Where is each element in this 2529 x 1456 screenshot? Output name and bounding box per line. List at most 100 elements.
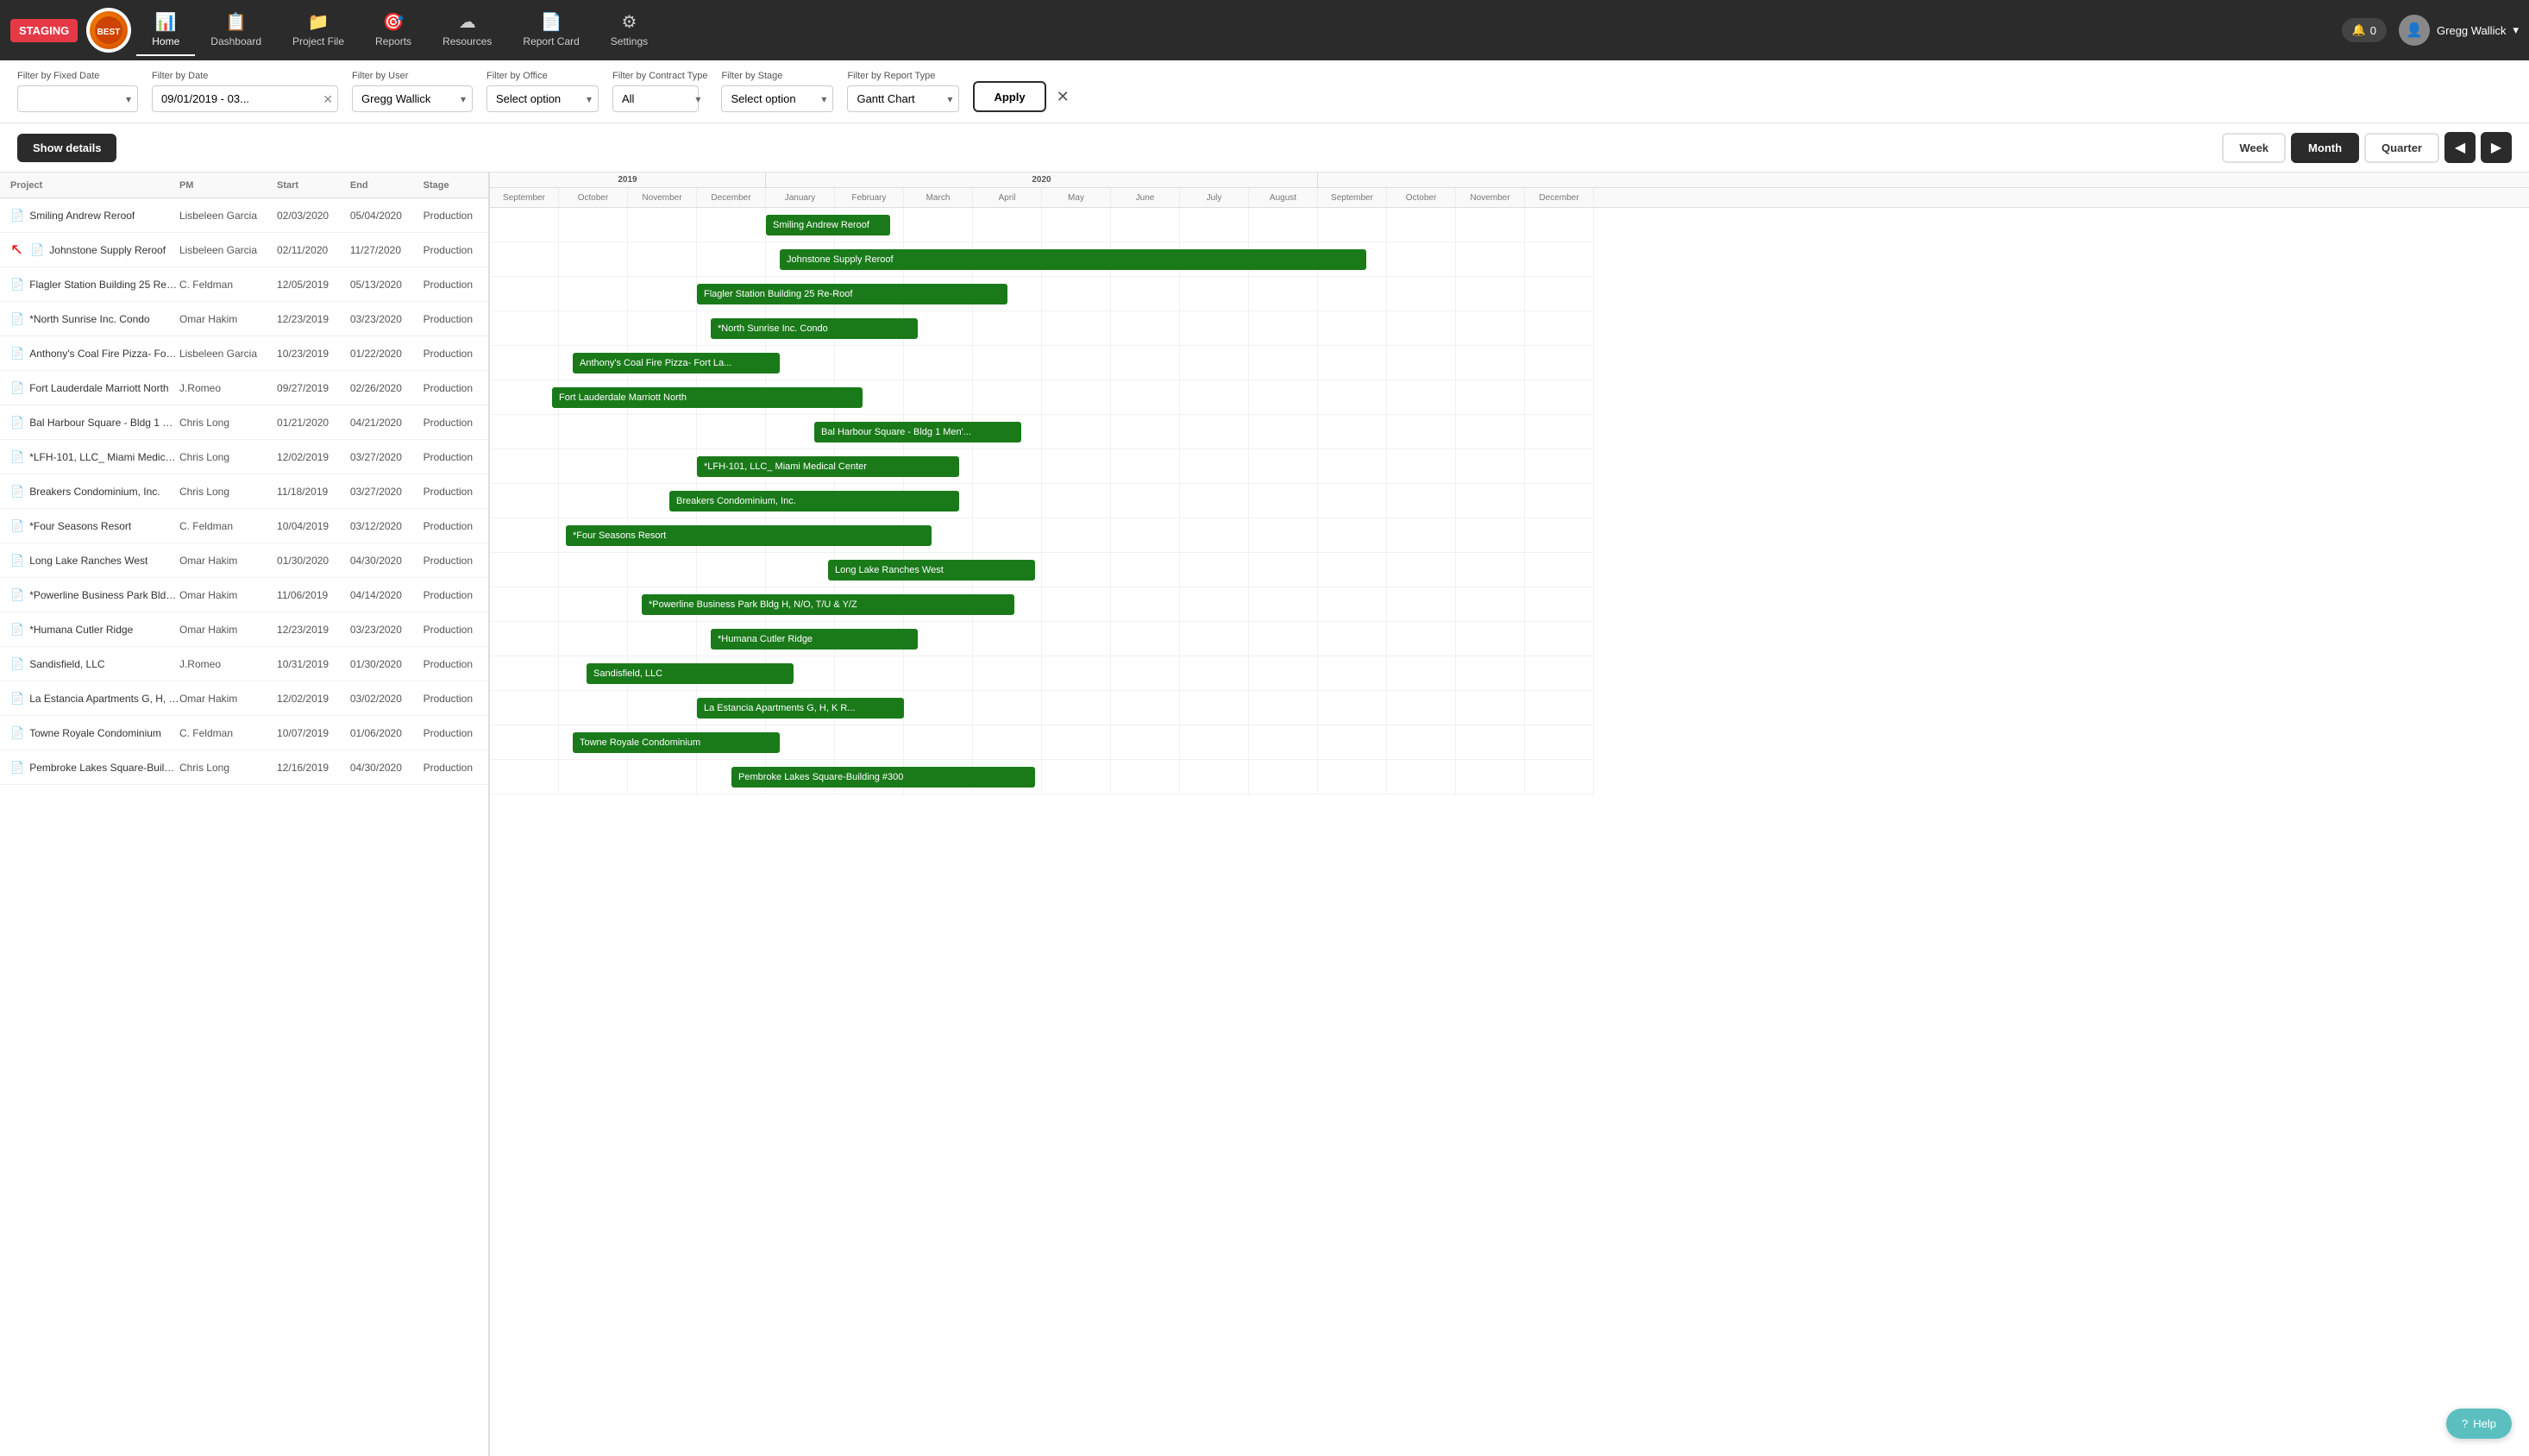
table-row[interactable]: 📄 Flagler Station Building 25 Re-Roof C.…	[0, 267, 488, 302]
gantt-bar[interactable]: La Estancia Apartments G, H, K R...	[697, 698, 904, 719]
fixed-date-select[interactable]	[17, 85, 138, 112]
table-row[interactable]: 📄 Fort Lauderdale Marriott North J.Romeo…	[0, 371, 488, 405]
chart-col	[490, 311, 559, 345]
chart-col	[835, 656, 904, 690]
project-name: 📄 La Estancia Apartments G, H, K Reroo..…	[0, 692, 179, 706]
table-row[interactable]: 📄 *Humana Cutler Ridge Omar Hakim 12/23/…	[0, 612, 488, 647]
table-row[interactable]: 📄 Pembroke Lakes Square-Building #300...…	[0, 750, 488, 785]
chart-col	[1525, 622, 1594, 656]
chart-col	[628, 311, 697, 345]
table-row[interactable]: 📄 *North Sunrise Inc. Condo Omar Hakim 1…	[0, 302, 488, 336]
nav-item-dashboard[interactable]: 📋 Dashboard	[195, 4, 277, 56]
gantt-table-rows: 📄 Smiling Andrew Reroof Lisbeleen Garcia…	[0, 198, 488, 785]
close-filter-button[interactable]: ✕	[1057, 81, 1070, 112]
gantt-bar[interactable]: Johnstone Supply Reroof	[780, 249, 1366, 270]
chart-col	[1180, 518, 1249, 552]
chart-col	[1456, 760, 1525, 794]
table-row[interactable]: 📄 Sandisfield, LLC J.Romeo 10/31/2019 01…	[0, 647, 488, 681]
doc-icon: 📄	[30, 243, 44, 257]
chart-col	[1042, 725, 1111, 759]
toolbar: Show details Week Month Quarter ◀ ▶	[0, 123, 2529, 173]
nav-item-home[interactable]: 📊 Home	[136, 4, 195, 56]
month-cell: April	[973, 188, 1042, 207]
staging-badge: STAGING	[10, 19, 78, 42]
user-select[interactable]: Gregg Wallick	[352, 85, 473, 112]
chart-col	[1180, 553, 1249, 587]
nav-item-settings[interactable]: ⚙ Settings	[595, 4, 663, 56]
contract-select[interactable]: All	[612, 85, 699, 112]
table-row[interactable]: 📄 Breakers Condominium, Inc. Chris Long …	[0, 474, 488, 509]
doc-icon: 📄	[10, 278, 24, 292]
chart-row: Towne Royale Condominium	[490, 725, 1594, 760]
notification-button[interactable]: 🔔 0	[2342, 18, 2387, 42]
table-row[interactable]: 📄 *LFH-101, LLC_ Miami Medical Center Ch…	[0, 440, 488, 474]
nav-item-report-card[interactable]: 📄 Report Card	[507, 4, 594, 56]
period-buttons: Week Month Quarter ◀ ▶	[2222, 132, 2512, 163]
table-row[interactable]: 📄 Bal Harbour Square - Bldg 1 Men's W...…	[0, 405, 488, 440]
chart-col	[1318, 277, 1387, 311]
office-select[interactable]: Select option	[486, 85, 599, 112]
gantt-bar[interactable]: *Four Seasons Resort	[566, 525, 932, 546]
table-row[interactable]: 📄 Long Lake Ranches West Omar Hakim 01/3…	[0, 543, 488, 578]
end-date: 01/22/2020	[350, 348, 424, 360]
table-row[interactable]: 📄 Smiling Andrew Reroof Lisbeleen Garcia…	[0, 198, 488, 233]
chart-col	[1387, 553, 1456, 587]
pm-name: Chris Long	[179, 486, 277, 498]
apply-button[interactable]: Apply	[973, 81, 1045, 112]
gantt-bar[interactable]: Fort Lauderdale Marriott North	[552, 387, 863, 408]
chart-row: *North Sunrise Inc. Condo	[490, 311, 1594, 346]
year-row: 20192020	[490, 173, 2529, 188]
table-row[interactable]: 📄 La Estancia Apartments G, H, K Reroo..…	[0, 681, 488, 716]
help-button[interactable]: ? Help	[2446, 1409, 2512, 1439]
week-button[interactable]: Week	[2222, 133, 2286, 163]
chart-col	[1111, 449, 1180, 483]
chart-col	[1525, 553, 1594, 587]
date-clear-button[interactable]: ✕	[323, 93, 333, 105]
chart-col	[1249, 760, 1318, 794]
date-input[interactable]	[152, 85, 338, 112]
end-date: 11/27/2020	[350, 244, 424, 256]
gantt-bar[interactable]: Long Lake Ranches West	[828, 560, 1035, 581]
nav-item-project-file[interactable]: 📁 Project File	[277, 4, 360, 56]
gantt-bar[interactable]: Pembroke Lakes Square-Building #300	[731, 767, 1035, 788]
gantt-chart-header: 20192020 SeptemberOctoberNovemberDecembe…	[490, 173, 2529, 208]
gantt-bar[interactable]: Bal Harbour Square - Bldg 1 Men'...	[814, 422, 1021, 442]
gantt-bar[interactable]: Smiling Andrew Reroof	[766, 215, 890, 235]
gantt-bar[interactable]: *Humana Cutler Ridge	[711, 629, 918, 650]
gantt-bar[interactable]: Towne Royale Condominium	[573, 732, 780, 753]
gantt-right-panel: 20192020 SeptemberOctoberNovemberDecembe…	[490, 173, 2529, 1456]
chart-col	[1318, 449, 1387, 483]
chart-col	[1111, 587, 1180, 621]
nav-logo[interactable]: BEST	[86, 8, 131, 53]
gantt-bar[interactable]: Flagler Station Building 25 Re-Roof	[697, 284, 1007, 304]
user-info[interactable]: 👤 Gregg Wallick ▾	[2399, 15, 2519, 46]
date-label: Filter by Date	[152, 71, 338, 81]
gantt-bar[interactable]: *LFH-101, LLC_ Miami Medical Center	[697, 456, 959, 477]
chart-col	[1249, 415, 1318, 449]
table-row[interactable]: 📄 *Powerline Business Park Bldg H, N/O O…	[0, 578, 488, 612]
gantt-bar[interactable]: *North Sunrise Inc. Condo	[711, 318, 918, 339]
month-button[interactable]: Month	[2291, 133, 2359, 163]
next-arrow-button[interactable]: ▶	[2481, 132, 2512, 163]
nav-item-reports[interactable]: 🎯 Reports	[360, 4, 427, 56]
stage-select[interactable]: Select option	[721, 85, 833, 112]
gantt-bar[interactable]: *Powerline Business Park Bldg H, N/O, T/…	[642, 594, 1014, 615]
prev-arrow-button[interactable]: ◀	[2444, 132, 2476, 163]
chart-col	[1456, 691, 1525, 725]
table-row[interactable]: 📄 Towne Royale Condominium C. Feldman 10…	[0, 716, 488, 750]
gantt-bar[interactable]: Sandisfield, LLC	[587, 663, 794, 684]
nav-item-resources[interactable]: ☁ Resources	[427, 4, 507, 56]
report-type-select[interactable]: Gantt Chart	[847, 85, 959, 112]
start-date: 01/21/2020	[277, 417, 350, 429]
filter-office: Filter by Office Select option	[486, 71, 599, 112]
table-row[interactable]: 📄 Anthony's Coal Fire Pizza- Fort Lauder…	[0, 336, 488, 371]
table-row[interactable]: 📄 *Four Seasons Resort C. Feldman 10/04/…	[0, 509, 488, 543]
show-details-button[interactable]: Show details	[17, 134, 116, 162]
chart-col	[973, 691, 1042, 725]
filter-report-type: Filter by Report Type Gantt Chart	[847, 71, 959, 112]
gantt-bar[interactable]: Breakers Condominium, Inc.	[669, 491, 959, 511]
quarter-button[interactable]: Quarter	[2364, 133, 2439, 163]
gantt-bar[interactable]: Anthony's Coal Fire Pizza- Fort La...	[573, 353, 780, 373]
chart-col	[1456, 208, 1525, 242]
table-row[interactable]: ↖📄 Johnstone Supply Reroof Lisbeleen Gar…	[0, 233, 488, 267]
